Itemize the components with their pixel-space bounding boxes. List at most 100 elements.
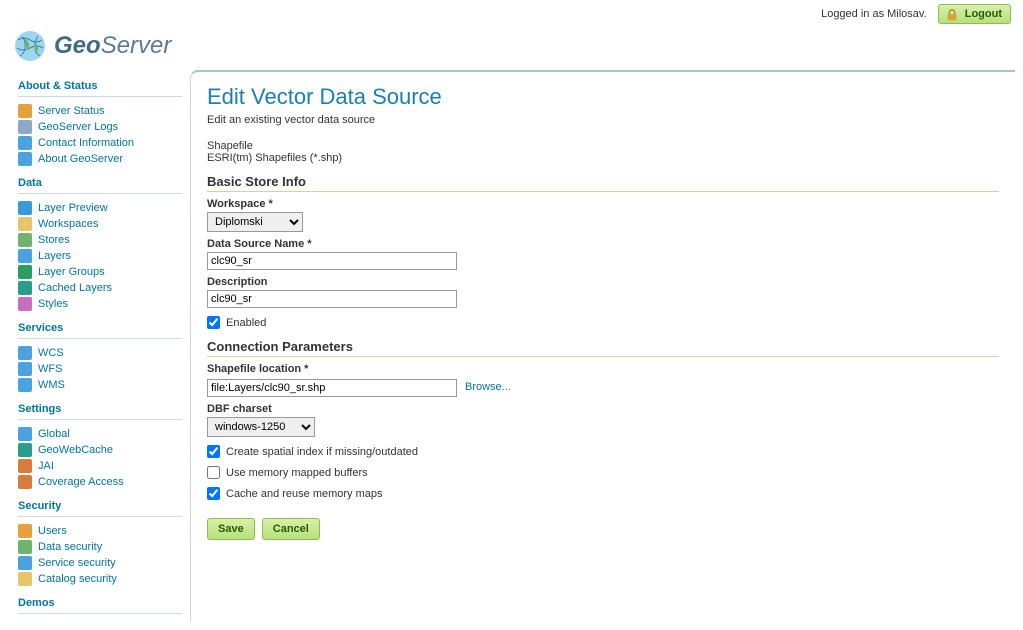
sidebar-item-label[interactable]: Data security: [38, 541, 102, 553]
page-subtitle: Edit an existing vector data source: [207, 114, 999, 126]
layer-preview-icon: [18, 201, 32, 215]
sidebar-item-label[interactable]: Stores: [38, 234, 70, 246]
sidebar-item[interactable]: Server Status: [18, 103, 182, 119]
sidebar-item-label[interactable]: WMS: [38, 379, 65, 391]
sidebar-section-title: Demos: [18, 597, 182, 609]
workspace-label: Workspace *: [207, 198, 999, 210]
brand-text: GeoServer: [54, 32, 171, 60]
sidebar-item[interactable]: GeoWebCache: [18, 442, 182, 458]
shapefile-location-input[interactable]: [207, 379, 457, 397]
sidebar-item[interactable]: Layers: [18, 248, 182, 264]
sidebar-item-label[interactable]: Coverage Access: [38, 476, 124, 488]
cache-checkbox[interactable]: [207, 487, 220, 500]
stores-icon: [18, 233, 32, 247]
connection-params-heading: Connection Parameters: [207, 339, 999, 357]
sidebar-item[interactable]: GeoServer Logs: [18, 119, 182, 135]
sidebar-section-title: Settings: [18, 403, 182, 415]
sidebar-item[interactable]: Catalog security: [18, 571, 182, 587]
sidebar-item[interactable]: Coverage Access: [18, 474, 182, 490]
sidebar-item[interactable]: WCS: [18, 345, 182, 361]
sidebar-item[interactable]: JAI: [18, 458, 182, 474]
sidebar-divider: [18, 96, 182, 97]
logout-button[interactable]: Logout: [938, 4, 1011, 24]
sidebar-item-label[interactable]: Styles: [38, 298, 68, 310]
sidebar-item[interactable]: Layer Preview: [18, 200, 182, 216]
dsn-label: Data Source Name *: [207, 238, 999, 250]
jai-icon: [18, 459, 32, 473]
store-type-line1: Shapefile: [207, 140, 999, 152]
browse-link[interactable]: Browse...: [465, 381, 511, 393]
sidebar-item-label[interactable]: Catalog security: [38, 573, 117, 585]
sidebar-item[interactable]: WFS: [18, 361, 182, 377]
create-index-checkbox[interactable]: [207, 445, 220, 458]
sidebar-item-label[interactable]: Contact Information: [38, 137, 134, 149]
sidebar-divider: [18, 516, 182, 517]
shapefile-location-label: Shapefile location *: [207, 363, 999, 375]
sidebar-item[interactable]: Users: [18, 523, 182, 539]
wms-icon: [18, 378, 32, 392]
sidebar-item-label[interactable]: Layers: [38, 250, 71, 262]
dsn-input[interactable]: [207, 252, 457, 270]
topbar: Logged in as Milosav. Logout: [0, 0, 1023, 24]
sidebar-item-label[interactable]: Global: [38, 428, 70, 440]
mmap-checkbox[interactable]: [207, 466, 220, 479]
sidebar-item[interactable]: Styles: [18, 296, 182, 312]
dbf-charset-label: DBF charset: [207, 403, 999, 415]
sidebar-item[interactable]: About GeoServer: [18, 151, 182, 167]
basic-store-info-heading: Basic Store Info: [207, 174, 999, 192]
sidebar-item-label[interactable]: Layer Preview: [38, 202, 108, 214]
sidebar-item[interactable]: Global: [18, 426, 182, 442]
sidebar-item-label[interactable]: Workspaces: [38, 218, 98, 230]
sidebar-item[interactable]: Contact Information: [18, 135, 182, 151]
workspace-select[interactable]: Diplomski: [207, 212, 303, 232]
sidebar-item-label[interactable]: WFS: [38, 363, 62, 375]
sidebar-item-label[interactable]: Cached Layers: [38, 282, 112, 294]
sidebar-item-label[interactable]: Service security: [38, 557, 116, 569]
wcs-icon: [18, 346, 32, 360]
description-label: Description: [207, 276, 999, 288]
create-index-label: Create spatial index if missing/outdated: [226, 446, 418, 458]
layers-icon: [18, 249, 32, 263]
sidebar-item-label[interactable]: GeoWebCache: [38, 444, 113, 456]
lock-icon: [945, 8, 959, 22]
contact-icon: [18, 136, 32, 150]
sidebar-item[interactable]: Cached Layers: [18, 280, 182, 296]
sidebar-item-label[interactable]: Server Status: [38, 105, 105, 117]
sidebar-item-label[interactable]: WCS: [38, 347, 64, 359]
sidebar-item[interactable]: Layer Groups: [18, 264, 182, 280]
sidebar-item[interactable]: Service security: [18, 555, 182, 571]
sidebar: About & Status Server Status GeoServer Log…: [0, 70, 190, 630]
sidebar-item-label[interactable]: Users: [38, 525, 67, 537]
sidebar-item-label[interactable]: GeoServer Logs: [38, 121, 118, 133]
cancel-button[interactable]: Cancel: [262, 518, 320, 540]
header: GeoServer: [0, 24, 1023, 70]
sidebar-item-label[interactable]: About GeoServer: [38, 153, 123, 165]
save-button[interactable]: Save: [207, 518, 255, 540]
logged-in-text: Logged in as Milosav.: [821, 8, 927, 20]
gwc-icon: [18, 443, 32, 457]
users-icon: [18, 524, 32, 538]
cache-label: Cache and reuse memory maps: [226, 488, 383, 500]
global-icon: [18, 427, 32, 441]
sidebar-item-label[interactable]: JAI: [38, 460, 54, 472]
sidebar-divider: [18, 338, 182, 339]
coverage-icon: [18, 475, 32, 489]
sidebar-item[interactable]: WMS: [18, 377, 182, 393]
sidebar-section-title: About & Status: [18, 80, 182, 92]
enabled-label: Enabled: [226, 317, 266, 329]
enabled-checkbox[interactable]: [207, 316, 220, 329]
sidebar-item-label[interactable]: Layer Groups: [38, 266, 105, 278]
about-icon: [18, 152, 32, 166]
sidebar-divider: [18, 193, 182, 194]
description-input[interactable]: [207, 290, 457, 308]
catalog-security-icon: [18, 572, 32, 586]
sidebar-divider: [18, 419, 182, 420]
wfs-icon: [18, 362, 32, 376]
dbf-charset-select[interactable]: windows-1250: [207, 417, 315, 437]
sidebar-item[interactable]: Stores: [18, 232, 182, 248]
geoserver-logo[interactable]: GeoServer: [12, 28, 1023, 64]
data-security-icon: [18, 540, 32, 554]
sidebar-item[interactable]: Workspaces: [18, 216, 182, 232]
sidebar-item[interactable]: Data security: [18, 539, 182, 555]
page-title: Edit Vector Data Source: [207, 84, 999, 110]
